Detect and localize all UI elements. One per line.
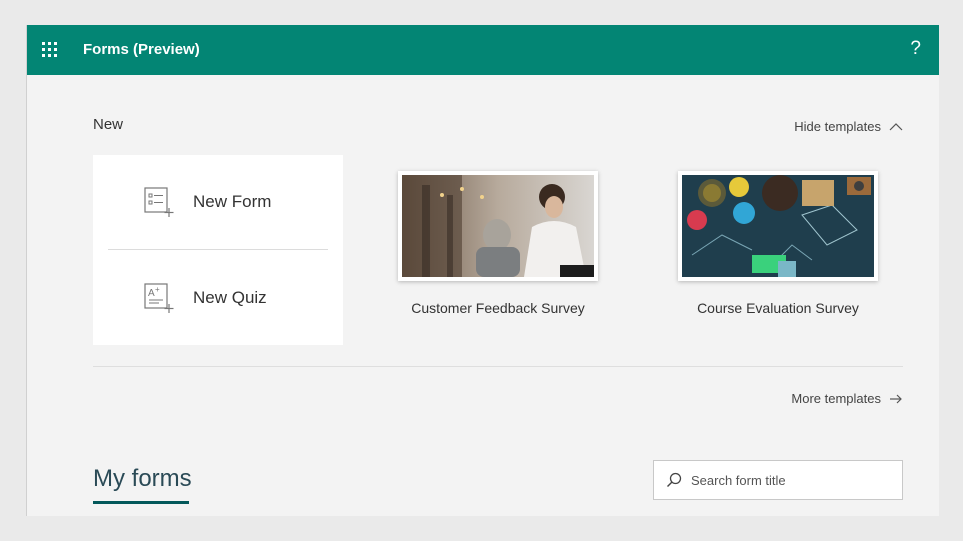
- new-quiz-label: New Quiz: [193, 288, 267, 307]
- app-launcher-icon[interactable]: [42, 42, 58, 58]
- template-course-evaluation[interactable]: Course Evaluation Survey: [678, 171, 878, 316]
- forms-window: Forms (Preview) ? New Hide templates New…: [26, 25, 939, 516]
- new-form-icon: [144, 187, 174, 217]
- template-thumbnail: [398, 171, 598, 281]
- template-customer-feedback[interactable]: Customer Feedback Survey: [398, 171, 598, 316]
- hide-templates-label: Hide templates: [794, 119, 881, 134]
- new-quiz-button[interactable]: A + New Quiz: [93, 251, 343, 345]
- app-title[interactable]: Forms (Preview): [83, 41, 200, 58]
- more-templates-link[interactable]: More templates: [791, 391, 903, 406]
- template-label: Course Evaluation Survey: [697, 300, 859, 316]
- new-item-card: New Form A + New Quiz: [93, 155, 343, 345]
- new-quiz-icon: A +: [144, 283, 174, 313]
- my-forms-tab[interactable]: My forms: [93, 465, 192, 493]
- card-divider: [108, 249, 328, 250]
- svg-text:A: A: [148, 288, 155, 299]
- section-divider: [93, 366, 903, 367]
- new-form-button[interactable]: New Form: [93, 155, 343, 249]
- help-icon[interactable]: ?: [910, 38, 921, 60]
- craft-supplies-photo-icon: [682, 175, 874, 277]
- search-input[interactable]: [689, 471, 893, 489]
- search-icon: [667, 472, 682, 487]
- template-thumbnail: [678, 171, 878, 281]
- new-heading: New: [93, 116, 124, 133]
- hide-templates-button[interactable]: Hide templates: [794, 119, 903, 134]
- top-bar: Forms (Preview) ?: [27, 25, 939, 75]
- new-form-label: New Form: [193, 192, 272, 211]
- search-box[interactable]: [653, 460, 903, 500]
- my-forms-tab-underline: [93, 501, 189, 504]
- more-templates-label: More templates: [791, 391, 881, 406]
- office-meeting-photo-icon: [402, 175, 594, 277]
- arrow-right-icon: [890, 394, 902, 403]
- svg-text:+: +: [155, 285, 160, 294]
- chevron-up-icon: [889, 122, 903, 130]
- template-label: Customer Feedback Survey: [411, 300, 585, 316]
